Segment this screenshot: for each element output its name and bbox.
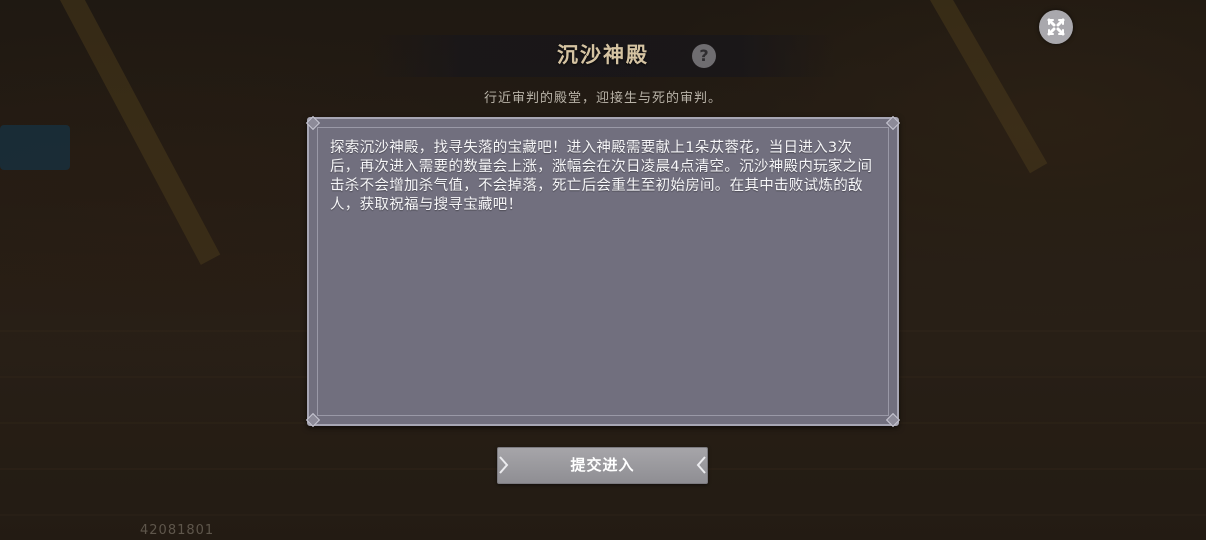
close-button[interactable] [1039, 10, 1073, 44]
build-id: 42081801 [140, 523, 215, 538]
close-icon [1047, 18, 1065, 36]
dialog-description: 探索沉沙神殿，找寻失落的宝藏吧！进入神殿需要献上1朵苁蓉花，当日进入3次后，再次… [330, 140, 873, 213]
dialog-title: 沉沙神殿 [557, 43, 649, 67]
dialog-subtitle: 行近审判的殿堂，迎接生与死的审判。 [483, 91, 722, 106]
submit-enter-button[interactable]: 提交进入 [497, 447, 708, 484]
submit-enter-label: 提交进入 [570, 456, 635, 474]
game-scene: 沉沙神殿 ? 行近审判的殿堂，迎接生与死的审判。 探索沉沙神殿，找寻失落的宝藏吧… [0, 0, 1206, 540]
help-icon[interactable]: ? [692, 44, 716, 68]
description-panel: 探索沉沙神殿，找寻失落的宝藏吧！进入神殿需要献上1朵苁蓉花，当日进入3次后，再次… [305, 115, 901, 428]
